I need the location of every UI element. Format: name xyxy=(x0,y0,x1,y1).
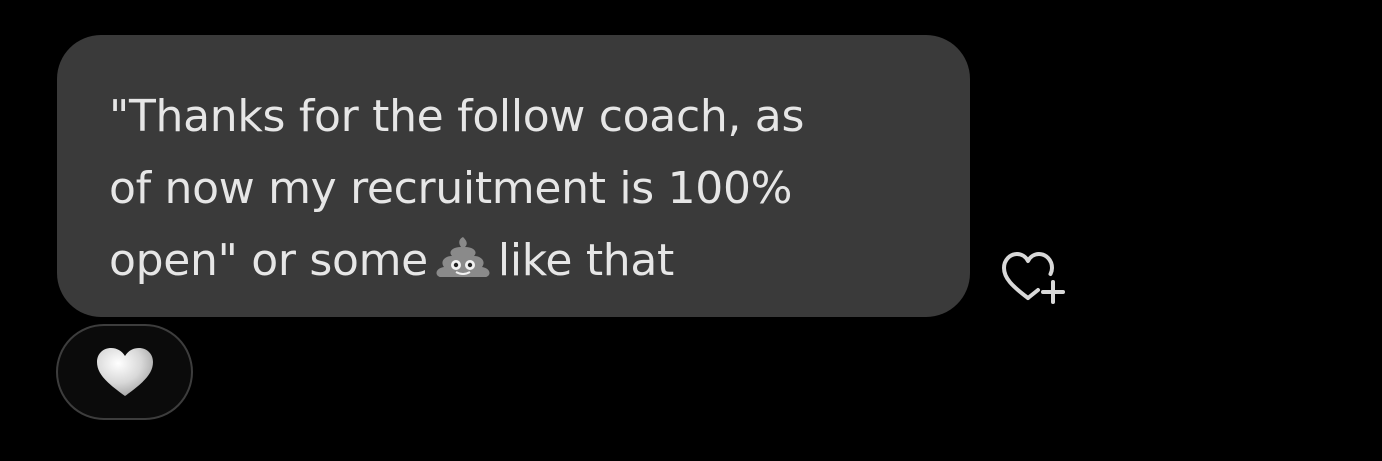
message-bubble[interactable]: "Thanks for the follow coach, as of now … xyxy=(57,35,970,317)
pile-of-poo-icon xyxy=(428,229,498,277)
message-line-2: of now my recruitment is 100% xyxy=(109,163,793,214)
heart-plus-icon xyxy=(1002,252,1065,304)
message-line-3: open" or some like that xyxy=(109,225,930,297)
message-line-3-end: like that xyxy=(497,235,674,286)
chat-view: "Thanks for the follow coach, as of now … xyxy=(0,0,1382,461)
heart-icon xyxy=(96,348,153,396)
message-line-1: "Thanks for the follow coach, as xyxy=(109,91,805,142)
reaction-badge[interactable] xyxy=(56,324,193,420)
message-line-3-start: open" or some xyxy=(109,235,428,286)
add-reaction-button[interactable] xyxy=(998,248,1078,308)
